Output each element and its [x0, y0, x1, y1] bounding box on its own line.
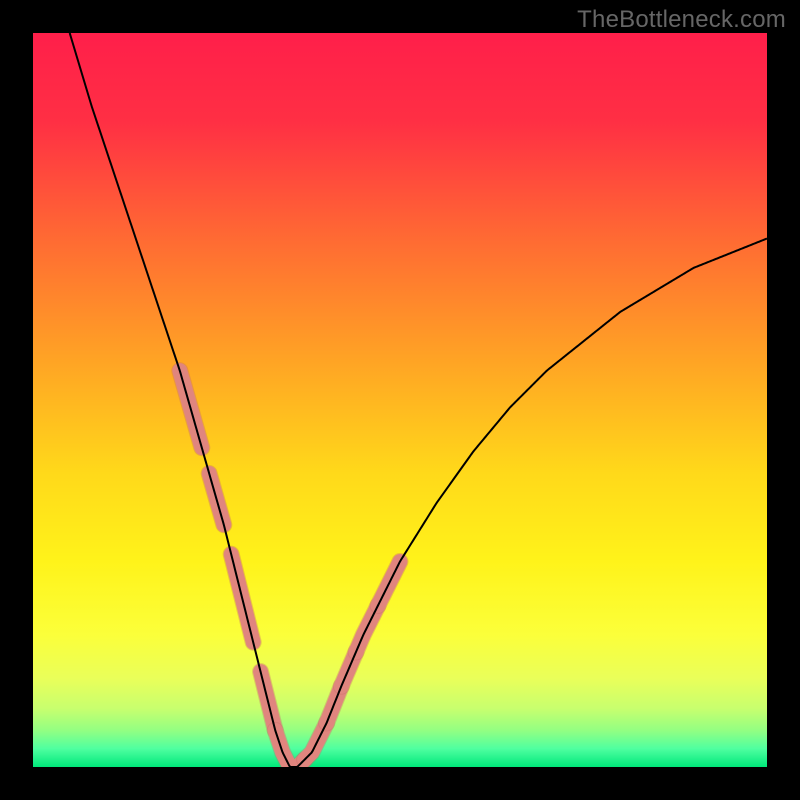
gradient-background — [33, 33, 767, 767]
bottleneck-chart — [33, 33, 767, 767]
chart-frame: TheBottleneck.com — [0, 0, 800, 800]
plot-area — [33, 33, 767, 767]
watermark-text: TheBottleneck.com — [577, 6, 786, 34]
